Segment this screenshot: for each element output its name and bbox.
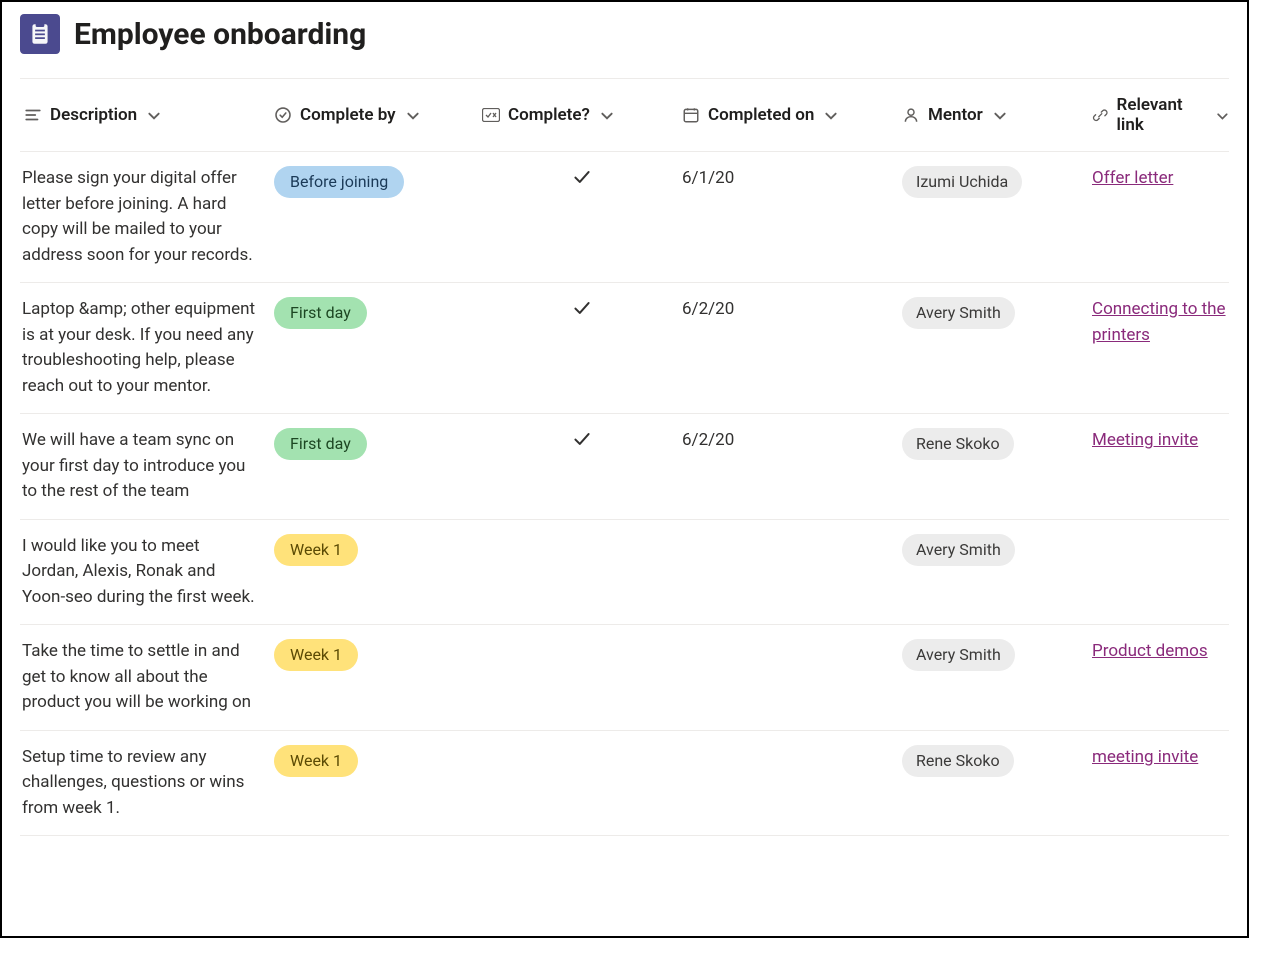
table-row: Please sign your digital offer letter be…	[20, 152, 1229, 283]
cell-mentor[interactable]: Rene Skoko	[902, 428, 1092, 460]
column-header-relevant-link[interactable]: Relevant link	[1092, 95, 1229, 135]
cell-relevant-link[interactable]: Connecting to the printers	[1092, 297, 1229, 348]
column-label: Relevant link	[1117, 95, 1207, 135]
page-header: Employee onboarding	[2, 2, 1247, 78]
chevron-down-icon	[406, 108, 420, 122]
check-circle-icon	[274, 106, 292, 124]
column-label: Complete by	[300, 105, 396, 125]
mentor-chip: Avery Smith	[902, 639, 1015, 671]
cell-relevant-link[interactable]: meeting invite	[1092, 745, 1229, 771]
chevron-down-icon	[993, 108, 1007, 122]
chevron-down-icon	[147, 108, 161, 122]
cell-mentor[interactable]: Avery Smith	[902, 639, 1092, 671]
column-label: Complete?	[508, 105, 590, 125]
column-header-complete-by[interactable]: Complete by	[274, 95, 482, 135]
table-row: Setup time to review any challenges, que…	[20, 731, 1229, 837]
onboarding-table: Description Complete by Complete?	[2, 78, 1247, 836]
table-header-row: Description Complete by Complete?	[20, 78, 1229, 152]
cell-description[interactable]: I would like you to meet Jordan, Alexis,…	[20, 534, 274, 611]
cell-complete[interactable]	[482, 166, 682, 188]
cell-complete-by[interactable]: Week 1	[274, 534, 482, 566]
clipboard-icon	[20, 14, 60, 54]
column-header-complete[interactable]: Complete?	[482, 95, 682, 135]
relevant-link[interactable]: Offer letter	[1092, 168, 1173, 188]
cell-complete-by[interactable]: Before joining	[274, 166, 482, 198]
cell-complete[interactable]	[482, 428, 682, 450]
cell-complete-by[interactable]: First day	[274, 297, 482, 329]
person-icon	[902, 106, 920, 124]
column-label: Mentor	[928, 105, 983, 125]
calendar-icon	[682, 106, 700, 124]
cell-description[interactable]: Laptop &amp; other equipment is at your …	[20, 297, 274, 399]
cell-relevant-link[interactable]: Offer letter	[1092, 166, 1229, 192]
cell-complete-by[interactable]: First day	[274, 428, 482, 460]
table-row: We will have a team sync on your first d…	[20, 414, 1229, 520]
cell-completed-on[interactable]: 6/2/20	[682, 297, 902, 323]
cell-completed-on[interactable]: 6/2/20	[682, 428, 902, 454]
column-header-mentor[interactable]: Mentor	[902, 95, 1092, 135]
cell-completed-on[interactable]: 6/1/20	[682, 166, 902, 192]
chevron-down-icon	[1216, 108, 1229, 122]
mentor-chip: Avery Smith	[902, 534, 1015, 566]
chevron-down-icon	[824, 108, 838, 122]
status-pill: Week 1	[274, 745, 358, 777]
mentor-chip: Rene Skoko	[902, 745, 1014, 777]
checkmark-icon	[571, 166, 593, 188]
mentor-chip: Izumi Uchida	[902, 166, 1022, 198]
checkmark-icon	[571, 428, 593, 450]
cell-complete[interactable]	[482, 297, 682, 319]
mentor-chip: Rene Skoko	[902, 428, 1014, 460]
table-row: Laptop &amp; other equipment is at your …	[20, 283, 1229, 414]
relevant-link[interactable]: Meeting invite	[1092, 430, 1198, 450]
cell-description[interactable]: Please sign your digital offer letter be…	[20, 166, 274, 268]
mentor-chip: Avery Smith	[902, 297, 1015, 329]
column-header-description[interactable]: Description	[20, 95, 274, 135]
status-pill: First day	[274, 297, 367, 329]
yes-no-icon	[482, 106, 500, 124]
status-pill: First day	[274, 428, 367, 460]
page-title: Employee onboarding	[74, 17, 366, 52]
cell-relevant-link[interactable]: Product demos	[1092, 639, 1229, 665]
relevant-link[interactable]: Product demos	[1092, 641, 1208, 661]
status-pill: Week 1	[274, 534, 358, 566]
column-header-completed-on[interactable]: Completed on	[682, 95, 902, 135]
chevron-down-icon	[600, 108, 614, 122]
cell-description[interactable]: We will have a team sync on your first d…	[20, 428, 274, 505]
status-pill: Week 1	[274, 639, 358, 671]
relevant-link[interactable]: meeting invite	[1092, 747, 1198, 767]
column-label: Description	[50, 105, 137, 125]
cell-complete-by[interactable]: Week 1	[274, 639, 482, 671]
cell-mentor[interactable]: Izumi Uchida	[902, 166, 1092, 198]
relevant-link[interactable]: Connecting to the printers	[1092, 299, 1226, 345]
table-row: Take the time to settle in and get to kn…	[20, 625, 1229, 731]
table-row: I would like you to meet Jordan, Alexis,…	[20, 520, 1229, 626]
column-label: Completed on	[708, 105, 814, 125]
status-pill: Before joining	[274, 166, 404, 198]
link-icon	[1092, 106, 1109, 124]
checkmark-icon	[571, 297, 593, 319]
cell-relevant-link[interactable]: Meeting invite	[1092, 428, 1229, 454]
cell-complete-by[interactable]: Week 1	[274, 745, 482, 777]
cell-mentor[interactable]: Avery Smith	[902, 297, 1092, 329]
cell-description[interactable]: Setup time to review any challenges, que…	[20, 745, 274, 822]
cell-description[interactable]: Take the time to settle in and get to kn…	[20, 639, 274, 716]
text-icon	[24, 106, 42, 124]
cell-mentor[interactable]: Rene Skoko	[902, 745, 1092, 777]
cell-mentor[interactable]: Avery Smith	[902, 534, 1092, 566]
table-body: Please sign your digital offer letter be…	[20, 152, 1229, 836]
